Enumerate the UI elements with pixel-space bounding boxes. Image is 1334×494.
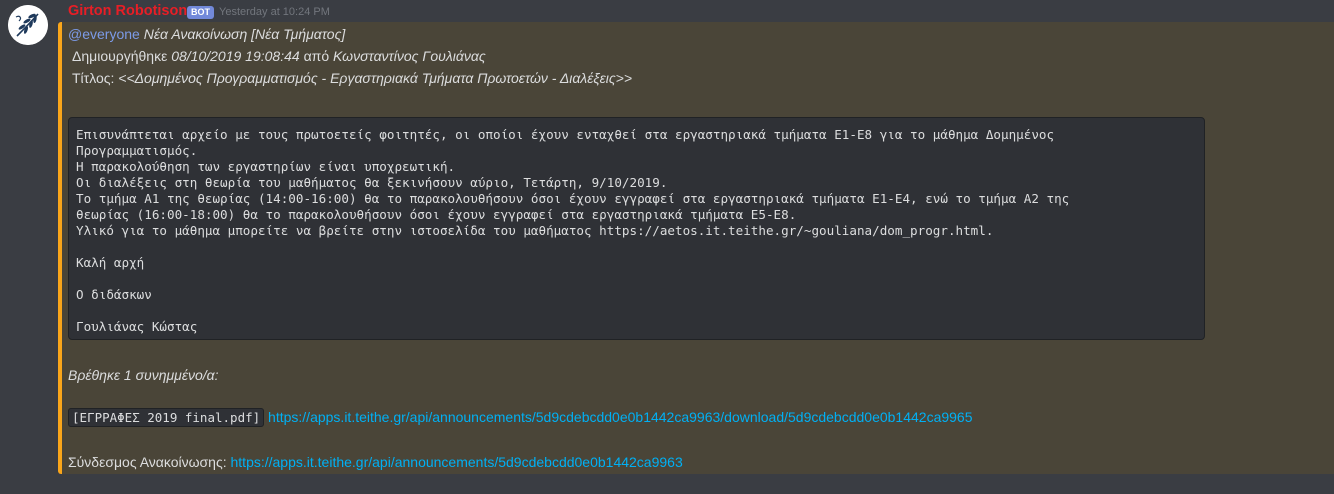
- announcement-link[interactable]: https://apps.it.teithe.gr/api/announceme…: [231, 454, 683, 470]
- subject-line: Τίτλος: <<Δομημένος Προγραμματισμός - Ερ…: [72, 70, 632, 86]
- subject-label: Τίτλος:: [72, 70, 115, 86]
- author-name[interactable]: Girton Robotison: [68, 3, 187, 19]
- announcement-body-text: Επισυνάπτεται αρχείο με τους πρωτοετείς …: [76, 127, 1070, 334]
- attachment-download-link[interactable]: https://apps.it.teithe.gr/api/announceme…: [268, 409, 972, 425]
- announcement-body-codeblock: Επισυνάπτεται αρχείο με τους πρωτοετείς …: [68, 117, 1205, 340]
- created-author: Κωνσταντίνος Γουλιάνας: [333, 48, 486, 64]
- message-timestamp[interactable]: Yesterday at 10:24 PM: [219, 6, 330, 18]
- embed-title-line: @everyone Νέα Ανακοίνωση [Νέα Τμήματος]: [68, 26, 345, 42]
- bot-avatar[interactable]: [8, 5, 48, 45]
- announcement-title: Νέα Ανακοίνωση [Νέα Τμήματος]: [143, 26, 346, 42]
- olive-branch-icon: [8, 5, 48, 45]
- subject-value: <<Δομημένος Προγραμματισμός - Εργαστηρια…: [118, 70, 633, 86]
- announcement-link-label: Σύνδεσμος Ανακοίνωσης:: [68, 454, 227, 470]
- created-line: Δημιουργήθηκε 08/10/2019 19:08:44 από Κω…: [72, 48, 486, 64]
- attachments-found-text: Βρέθηκε 1 συνημμένο/α:: [68, 367, 219, 383]
- everyone-mention[interactable]: @everyone: [68, 26, 140, 42]
- created-prefix: Δημιουργήθηκε: [72, 48, 168, 64]
- attachment-filename: [ΕΓΡΡΑΦΕΣ 2019 final.pdf]: [68, 408, 265, 427]
- embed-accent-bar: [58, 22, 62, 474]
- created-by-word: από: [303, 48, 330, 64]
- attachment-line: [ΕΓΡΡΑΦΕΣ 2019 final.pdf] https://apps.i…: [68, 408, 973, 427]
- created-date: 08/10/2019 19:08:44: [171, 48, 300, 64]
- bot-badge: BOT: [187, 6, 214, 19]
- announcement-link-line: Σύνδεσμος Ανακοίνωσης: https://apps.it.t…: [68, 454, 683, 470]
